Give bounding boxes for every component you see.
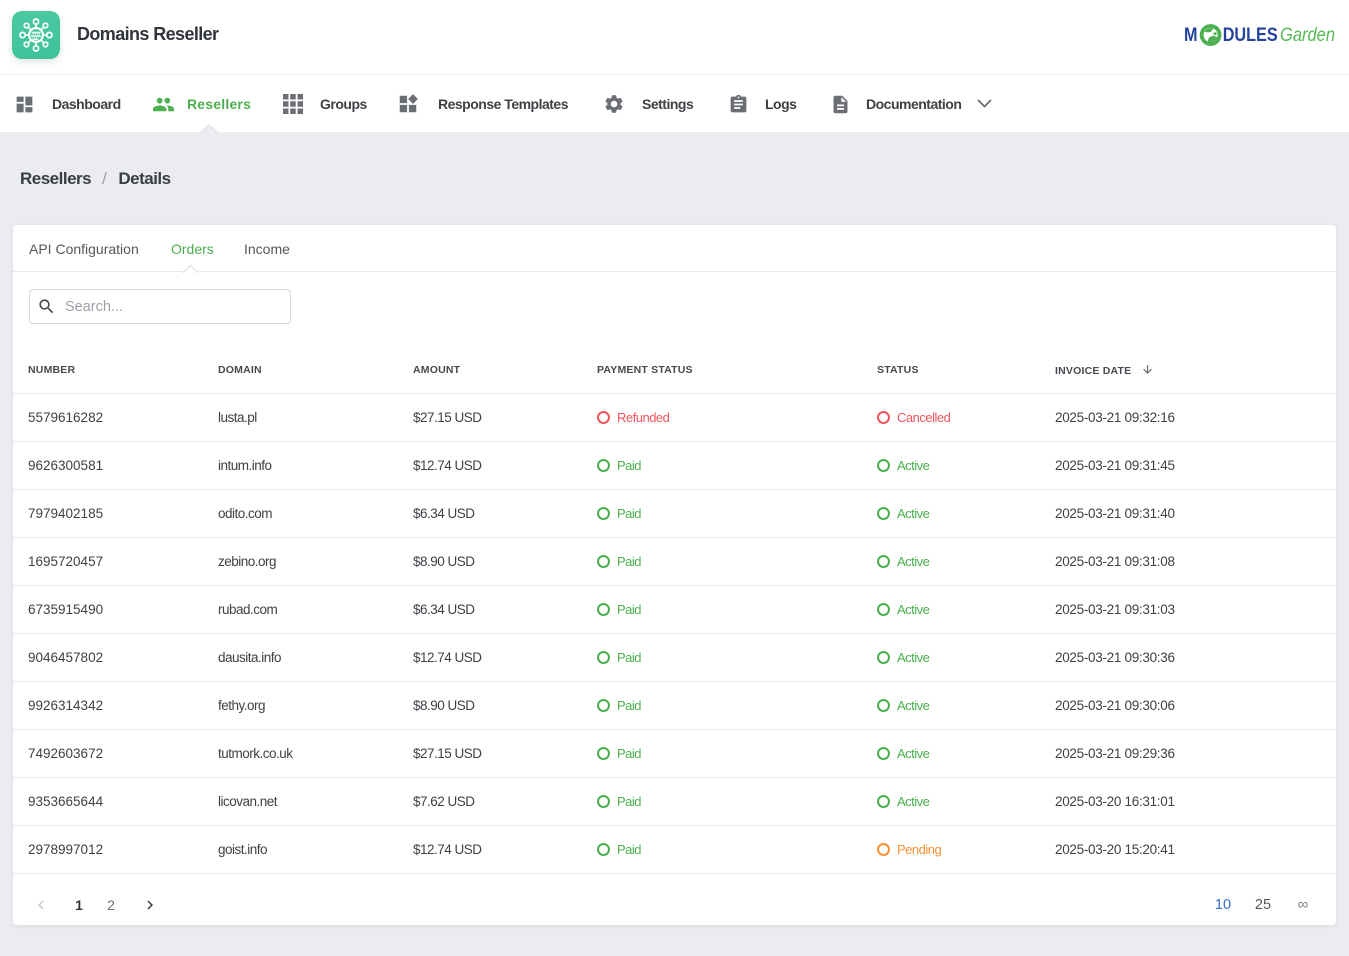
svg-text:Garden: Garden	[1280, 24, 1335, 46]
svg-text:M: M	[1184, 25, 1198, 46]
svg-text:DULES: DULES	[1223, 25, 1278, 46]
